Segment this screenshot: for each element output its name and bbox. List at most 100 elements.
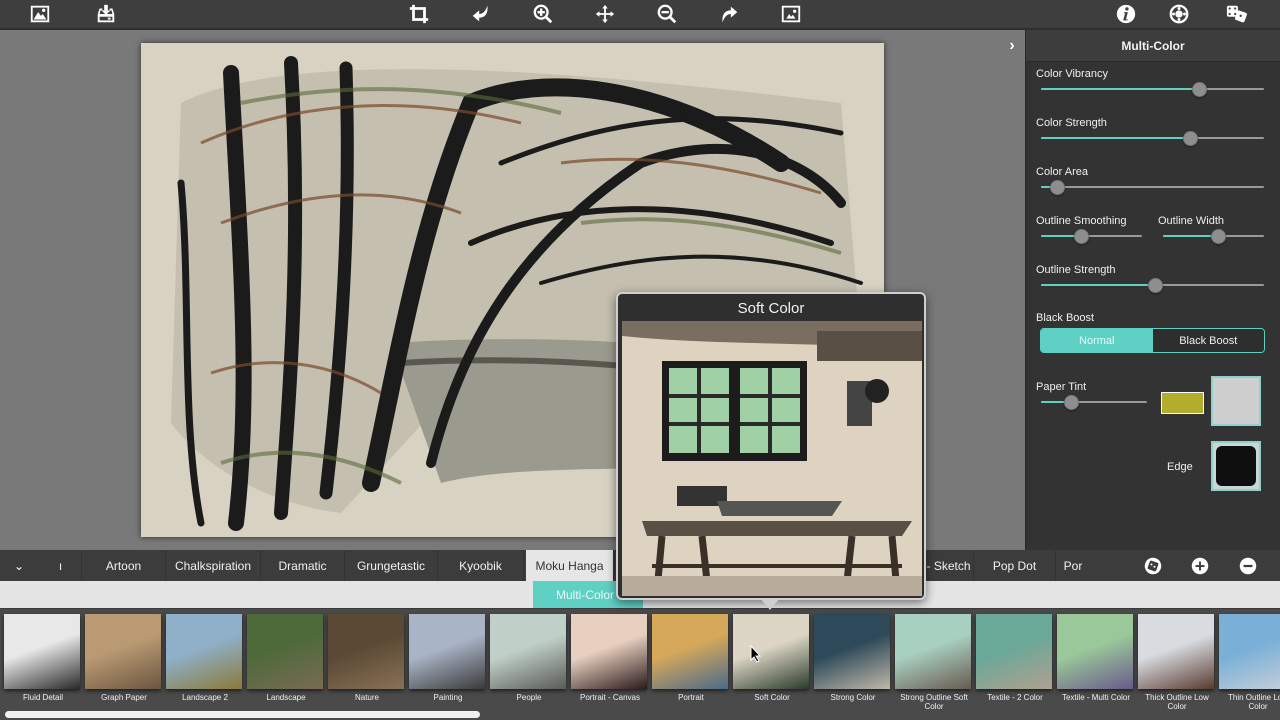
preset-thumbnail[interactable]: [976, 614, 1052, 689]
chevron-right-icon: ›: [1009, 37, 1015, 54]
edge-texture-thumbnail[interactable]: [1211, 441, 1261, 491]
category-tab-chalkspiration[interactable]: Chalkspiration: [166, 550, 261, 581]
fit-image-button[interactable]: [778, 2, 804, 26]
category-tab-por[interactable]: Por: [1056, 550, 1090, 581]
slider-thumb[interactable]: [1074, 229, 1090, 244]
preset-thumbnail[interactable]: [247, 614, 323, 689]
zoom-out-icon: [657, 4, 677, 24]
preset-item[interactable]: Painting: [409, 614, 487, 702]
preset-thumbnail[interactable]: [1219, 614, 1280, 689]
zoom-in-icon: [533, 4, 553, 24]
black-boost-option-normal[interactable]: Normal: [1041, 329, 1153, 352]
paper-texture-thumbnail[interactable]: [1211, 376, 1261, 426]
preset-strip: Fluid Detail Graph Paper Landscape 2 Landsc…: [0, 608, 1280, 720]
preset-name: Nature: [354, 693, 379, 702]
preset-item[interactable]: Thin Outline Low Color: [1219, 614, 1280, 711]
preset-thumbnail[interactable]: [166, 614, 242, 689]
outline-strength-label: Outline Strength: [1036, 264, 1116, 276]
collapse-strip-button[interactable]: ⌄: [8, 555, 30, 577]
preset-item[interactable]: Thick Outline Low Color: [1138, 614, 1216, 711]
preset-item[interactable]: Portrait - Canvas: [571, 614, 649, 702]
open-image-icon: [30, 5, 50, 23]
preset-thumbnail[interactable]: [85, 614, 161, 689]
zoom-out-button[interactable]: [654, 2, 680, 26]
settings-button[interactable]: [1166, 2, 1192, 26]
preset-thumbnail[interactable]: [814, 614, 890, 689]
outline-strength-slider[interactable]: [1041, 278, 1264, 293]
crop-icon: [409, 4, 429, 24]
paper-tint-color-swatch[interactable]: [1161, 392, 1204, 414]
preset-item[interactable]: Textile - 2 Color: [976, 614, 1054, 702]
outline-smoothing-slider[interactable]: [1041, 229, 1142, 244]
collapse-panel-button[interactable]: ›: [1002, 36, 1022, 56]
preset-item[interactable]: Portrait: [652, 614, 730, 702]
info-button[interactable]: [1113, 2, 1139, 26]
crop-button[interactable]: [406, 2, 432, 26]
black-boost-toggle: Normal Black Boost: [1040, 328, 1265, 353]
preset-thumbnail[interactable]: [652, 614, 728, 689]
save-button[interactable]: [93, 2, 119, 26]
preset-item[interactable]: Nature: [328, 614, 406, 702]
category-tab-grungetastic[interactable]: Grungetastic: [345, 550, 438, 581]
color-strength-slider[interactable]: [1041, 131, 1264, 146]
preset-name: Fluid Detail: [22, 693, 63, 702]
remove-icon: [1239, 557, 1257, 575]
category-tab-pop-dot[interactable]: Pop Dot: [974, 550, 1056, 581]
preset-thumbnail[interactable]: [4, 614, 80, 689]
slider-thumb[interactable]: [1192, 82, 1208, 97]
preset-item[interactable]: Landscape 2: [166, 614, 244, 702]
category-tab-dramatic[interactable]: Dramatic: [261, 550, 345, 581]
preset-item[interactable]: Soft Color: [733, 614, 811, 702]
preset-name: Textile - Multi Color: [1061, 693, 1130, 702]
category-tab-kyoobik[interactable]: Kyoobik: [438, 550, 524, 581]
preset-thumbnail[interactable]: [895, 614, 971, 689]
preset-thumbnail[interactable]: [1057, 614, 1133, 689]
preset-item[interactable]: Strong Outline Soft Color: [895, 614, 973, 711]
preset-item[interactable]: Graph Paper: [85, 614, 163, 702]
preset-name: Strong Color: [830, 693, 876, 702]
black-boost-option-black-boost[interactable]: Black Boost: [1152, 329, 1264, 352]
save-download-icon: [97, 4, 115, 23]
preset-thumbnail[interactable]: [409, 614, 485, 689]
remove-style-button[interactable]: [1237, 555, 1259, 577]
color-strength-label: Color Strength: [1036, 117, 1107, 129]
random-style-button[interactable]: [1142, 555, 1164, 577]
category-tab[interactable]: ı: [40, 550, 82, 581]
add-style-button[interactable]: [1189, 555, 1211, 577]
preset-thumbnail[interactable]: [490, 614, 566, 689]
category-tab-moku-hanga[interactable]: Moku Hanga: [526, 550, 614, 581]
preset-item[interactable]: Landscape: [247, 614, 325, 702]
open-image-button[interactable]: [27, 2, 53, 26]
randomize-button[interactable]: [1224, 2, 1250, 26]
slider-thumb[interactable]: [1063, 395, 1079, 410]
category-tab-sketch[interactable]: - Sketch: [924, 550, 974, 581]
app-window: › Multi-Color Color Vibrancy Color Stren…: [0, 0, 1280, 720]
preset-thumbnail[interactable]: [328, 614, 404, 689]
slider-thumb[interactable]: [1183, 131, 1199, 146]
preset-item[interactable]: Strong Color: [814, 614, 892, 702]
preset-name: Graph Paper: [101, 693, 147, 702]
preset-item[interactable]: Fluid Detail: [4, 614, 82, 702]
color-area-slider[interactable]: [1041, 180, 1264, 195]
add-icon: [1191, 557, 1209, 575]
preset-item[interactable]: Textile - Multi Color: [1057, 614, 1135, 702]
outline-width-slider[interactable]: [1163, 229, 1264, 244]
pan-button[interactable]: [592, 2, 618, 26]
zoom-in-button[interactable]: [530, 2, 556, 26]
preset-thumbnail[interactable]: [733, 614, 809, 689]
preset-thumbnail[interactable]: [571, 614, 647, 689]
preset-name: Painting: [433, 693, 463, 702]
slider-thumb[interactable]: [1147, 278, 1163, 293]
preset-strip-scrollbar[interactable]: [5, 711, 480, 718]
slider-thumb[interactable]: [1210, 229, 1226, 244]
preset-name: Thin Outline Low Color: [1227, 693, 1280, 711]
outline-smoothing-label: Outline Smoothing: [1036, 215, 1127, 227]
category-tab-artoon[interactable]: Artoon: [82, 550, 166, 581]
paper-tint-slider[interactable]: [1041, 395, 1147, 410]
undo-button[interactable]: [468, 2, 494, 26]
redo-button[interactable]: [716, 2, 742, 26]
preset-thumbnail[interactable]: [1138, 614, 1214, 689]
color-vibrancy-slider[interactable]: [1041, 82, 1264, 97]
slider-thumb[interactable]: [1049, 180, 1065, 195]
preset-item[interactable]: People: [490, 614, 568, 702]
